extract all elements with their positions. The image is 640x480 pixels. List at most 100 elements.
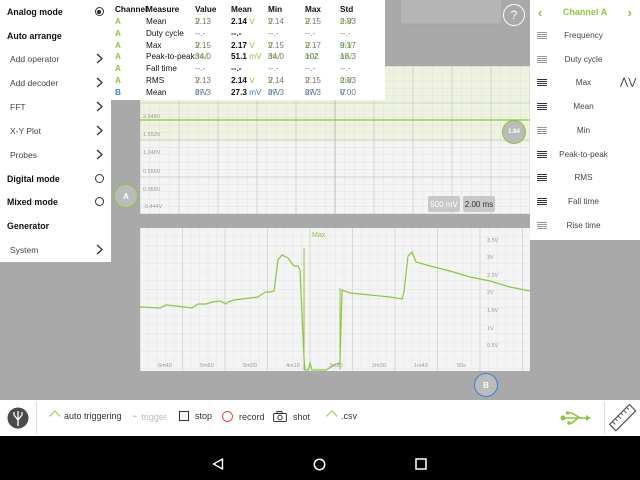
row-mean: 51.1 mV [231,52,262,61]
row-std-number: 9.17 [340,40,356,50]
list-icon [537,150,547,159]
menu-item-6[interactable]: Probes [0,143,111,166]
channel-prev-icon[interactable]: ‹ [538,5,542,20]
header-max: Max [305,5,321,14]
measure-option[interactable]: Duty cycle [530,48,640,71]
menu-item-1[interactable]: Auto arrange [0,24,111,47]
measurement-row: B Mean 27.3 mV 27.3 mV 27.3 mV 27.3 mV 0.00 V [111,88,385,100]
channel-b-offset-handle[interactable]: B [474,373,498,397]
menu-item-3[interactable]: Add decoder [0,71,111,94]
row-value: 2.13 V [195,17,211,26]
menu-item-label: FFT [10,101,26,112]
trigger-button[interactable]: ⌁ trigger [132,411,167,422]
auto-triggering-toggle[interactable]: auto triggering [48,410,122,422]
row-value-number: 2.13 [195,76,211,85]
record-button[interactable]: record [222,411,265,422]
help-button[interactable]: ? [503,4,525,26]
row-max: 102 mV [305,52,319,61]
channel-selector[interactable]: ‹ Channel A › [530,0,640,24]
row-std: 2.83 mV [340,17,356,26]
measure-option[interactable]: Fall time [530,190,640,213]
menu-item-label: X-Y Plot [10,125,42,136]
row-value-number: 2.15 [195,40,211,50]
measure-option-label: Rise time [566,221,601,230]
csv-toggle[interactable]: .csv [325,410,357,422]
header-measure: Measure [146,5,180,14]
row-std-number: 2.83 [340,76,356,85]
menu-item-4[interactable]: FFT [0,95,111,118]
lower-x-tick: 3m20 [329,363,343,369]
upper-y-tick: 0.556V [143,169,161,175]
measure-option[interactable]: Mean [530,95,640,118]
row-mean-unit: mV [249,52,262,62]
measure-option-label: Fall time [568,197,599,206]
stop-checkbox-icon [179,411,189,421]
row-mean: --.- [231,29,241,38]
check-icon [326,410,338,422]
chevron-right-icon [91,51,107,67]
auto-triggering-label: auto triggering [64,411,122,421]
menu-item-10[interactable]: System [0,238,111,261]
menu-item-0[interactable]: Analog mode [0,0,111,23]
android-home-icon[interactable] [313,458,326,471]
android-back-icon[interactable] [212,458,224,470]
list-icon [537,55,547,64]
measure-option[interactable]: Rise time [530,214,640,237]
lower-plot-label: Max [312,232,326,239]
stop-button[interactable]: stop [179,411,212,421]
measurement-row: A Peak-to-peak 34.0 mV 51.1 mV 34.0 mV 102 mV… [111,52,385,64]
channel-a-offset-handle[interactable]: A [114,184,138,208]
row-std: 0.00 V [340,88,356,97]
upper-y-tick: 2.548V [143,114,161,120]
menu-item-2[interactable]: Add operator [0,47,111,70]
row-min: 2.14 V [268,17,284,26]
row-max: 2.15 V [305,76,321,85]
measure-option-label: RMS [574,173,593,182]
measure-option[interactable]: RMS [530,166,640,189]
tree-logo-icon[interactable] [7,406,29,430]
android-recents-icon[interactable] [415,458,427,470]
row-value-number: 2.13 [195,17,211,26]
ruler-icon[interactable] [608,403,638,433]
list-icon [537,126,547,135]
measure-option[interactable]: Min [530,119,640,142]
row-max: 2.15 V [305,17,321,26]
measure-option[interactable]: Max ⋀⋁ [530,71,640,94]
menu-item-label: System [10,244,39,255]
row-min-number: --.- [268,64,279,74]
usb-icon[interactable] [560,410,592,426]
row-mean-unit: V [249,76,255,85]
menu-item-8[interactable]: Mixed mode [0,190,111,213]
row-std-number: --.- [340,64,351,74]
right-trigger-handle[interactable]: 1.84 [502,120,526,144]
lower-plot[interactable]: 3.5V 3V 2.5V 2V 1.5V 1V 0.5V 6m40 5m60 5m00 4m18 3… [139,227,531,371]
row-channel: B [115,87,121,97]
row-min-number: 27.3 [268,87,284,97]
shot-label: shot [293,411,311,422]
list-icon [537,102,547,111]
channel-next-icon[interactable]: › [628,5,632,20]
system-navigation-bar [0,436,640,480]
menu-item-spacer [91,28,107,44]
menu-item-5[interactable]: X-Y Plot [0,119,111,142]
volts-per-div-value: 500 mV [430,199,458,209]
list-icon [537,197,547,206]
shot-button[interactable]: shot [273,411,310,422]
menu-item-7[interactable]: Digital mode [0,167,111,190]
measurement-row: A Duty cycle --.- --.- --.- --.- --.- [111,29,385,41]
row-measure: Max [146,40,162,50]
row-std-number: 18.3 [340,52,356,62]
right-marker-value: 1.84 [508,129,520,135]
measure-option-label: Min [576,126,591,135]
measure-option[interactable]: Peak-to-peak [530,143,640,166]
channel-b-marker: B [483,380,489,390]
row-value: 2.15 V [195,41,211,50]
row-min: 2.14 V [268,76,284,85]
chevron-right-icon [91,147,107,163]
measure-option-label: Peak-to-peak [559,150,608,159]
volts-per-div-control[interactable]: 500 mV [428,196,460,212]
menu-item-9[interactable]: Generator [0,214,111,237]
row-std-number: 2.83 [340,17,356,26]
time-per-div-control[interactable]: 2.00 ms [463,196,495,212]
measure-option[interactable]: Frequency [530,24,640,47]
